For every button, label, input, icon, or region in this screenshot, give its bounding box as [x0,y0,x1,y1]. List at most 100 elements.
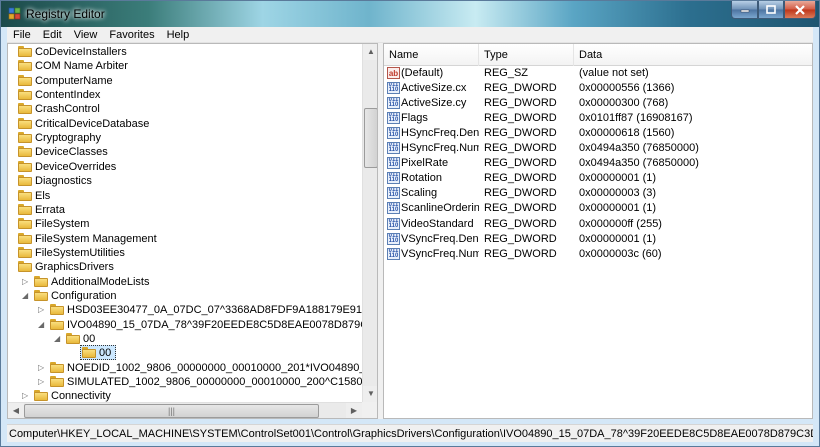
registry-key-tree[interactable]: CoDeviceInstallers COM Name Arbiter Comput… [7,43,378,419]
expanded-triangle-icon[interactable]: ◢ [22,291,30,300]
folder-icon [18,189,32,201]
tree-node[interactable]: FileSystem [8,217,362,231]
value-data: 0x00000001 (1) [579,202,657,215]
tree-node[interactable]: ◢ 00 [8,332,362,346]
folder-icon [18,261,32,273]
maximize-button[interactable] [758,1,784,19]
tree-node[interactable]: ▷ NOEDID_1002_9806_00000000_00010000_201*… [8,361,377,375]
value-row[interactable]: 011 110 Rotation REG_DWORD 0x00000001 (1) [384,171,812,186]
menu-edit[interactable]: Edit [37,29,68,41]
tree-node[interactable]: CoDeviceInstallers [8,45,362,59]
column-header-data[interactable]: Data [574,44,812,66]
value-type: REG_SZ [484,67,529,79]
column-header-name[interactable]: Name [384,44,479,66]
value-row[interactable]: 011 110 VideoStandard REG_DWORD 0x000000ff (… [384,217,812,232]
collapsed-triangle-icon[interactable]: ▷ [22,277,30,286]
tree-node[interactable]: ▷ AdditionalModeLists [8,275,362,289]
tree-node[interactable]: Diagnostics [8,174,362,188]
value-row[interactable]: 011 110 ActiveSize.cy REG_DWORD 0x00000300 (… [384,96,812,111]
value-data: 0x0000003c (60) [579,247,662,260]
binary-value-icon: 011 110 [387,172,400,185]
close-button[interactable] [784,1,816,19]
tree-horizontal-scroll-thumb[interactable]: ||| [24,404,319,418]
tree-node[interactable]: Els [8,189,362,203]
binary-value-icon: 011 110 [387,247,400,260]
tree-node[interactable]: ▷ SIMULATED_1002_9806_00000000_00010000_2… [8,375,377,389]
expanded-triangle-icon[interactable]: ◢ [38,320,46,329]
value-row[interactable]: 011110HSyncFreq.Den... REG_DWORD 0x0000061… [384,126,812,141]
tree-node-label: Els [35,189,51,202]
value-name: VSyncFreq.Deno... [401,232,479,245]
tree-node[interactable]: COM Name Arbiter [8,59,362,73]
tree-vertical-scrollbar[interactable]: ▲ ▼ [362,44,377,402]
menu-help[interactable]: Help [161,29,196,41]
menu-file[interactable]: File [7,29,37,41]
binary-value-icon: 011 110 [387,157,400,170]
tree-node[interactable]: 00 [8,345,362,361]
tree-node-label: ComputerName [35,74,113,87]
folder-icon [18,218,32,230]
binary-value-icon: 011 110 [387,217,400,230]
folder-icon [34,289,48,301]
tree-node[interactable]: ComputerName [8,74,362,88]
tree-horizontal-scrollbar[interactable]: ◀ ||| ▶ [8,402,362,418]
tree-node[interactable]: FileSystem Management [8,232,362,246]
tree-node[interactable]: FileSystemUtilities [8,246,362,260]
value-row[interactable]: 011110VSyncFreq.Num... REG_DWORD 0x0000003… [384,247,812,262]
tree-node[interactable]: ◢ Configuration [8,289,362,303]
registry-values-list[interactable]: Name Type Data ab (Default) REG_SZ (value n… [383,43,813,419]
tree-node-label: CriticalDeviceDatabase [35,117,150,130]
tree-vertical-scroll-thumb[interactable] [364,108,377,168]
value-data: 0x0494a350 (76850000) [579,157,699,170]
tree-node[interactable]: ▷ HSD03EE30477_0A_07DC_07^3368AD8FDF9A188… [8,303,377,317]
value-name: (Default) [401,67,444,79]
scroll-left-arrow-icon[interactable]: ◀ [8,403,24,418]
minimize-button[interactable] [731,1,758,19]
menu-favorites[interactable]: Favorites [103,29,160,41]
value-data: 0x00000001 (1) [579,172,657,185]
scroll-down-arrow-icon[interactable]: ▼ [363,386,377,402]
folder-icon [50,376,64,388]
tree-node[interactable]: ContentIndex [8,88,362,102]
tree-node[interactable]: DeviceOverrides [8,160,362,174]
tree-node[interactable]: Errata [8,203,362,217]
tree-node[interactable]: DeviceClasses [8,145,362,159]
tree-node-label: Diagnostics [35,175,92,188]
folder-icon [82,347,96,359]
column-header-type[interactable]: Type [479,44,574,66]
collapsed-triangle-icon[interactable]: ▷ [22,392,30,400]
collapsed-triangle-icon[interactable]: ▷ [38,306,46,314]
value-row[interactable]: 011 110 ScanlineOrdering REG_DWORD 0x0000000… [384,201,812,216]
tree-node[interactable]: CriticalDeviceDatabase [8,117,362,131]
menu-view[interactable]: View [68,29,104,41]
value-type: REG_DWORD [484,202,557,215]
value-name: HSyncFreq.Den... [401,127,479,140]
title-bar[interactable]: Registry Editor [1,1,819,27]
collapsed-triangle-icon[interactable]: ▷ [38,363,46,372]
value-row[interactable]: ab (Default) REG_SZ (value not set) [384,66,812,81]
collapsed-triangle-icon[interactable]: ▷ [38,378,46,386]
maximize-icon [766,5,776,14]
value-row[interactable]: 011 110 Scaling REG_DWORD 0x00000003 (3) [384,186,812,201]
tree-node[interactable]: GraphicsDrivers [8,260,362,274]
value-row[interactable]: 011 110 ActiveSize.cx REG_DWORD 0x00000556 (… [384,81,812,96]
value-row[interactable]: 011110HSyncFreq.Num... REG_DWORD 0x0494a35… [384,141,812,156]
value-data: (value not set) [579,67,649,79]
value-type: REG_DWORD [484,187,557,200]
binary-value-icon: 011 110 [387,232,400,245]
expanded-triangle-icon[interactable]: ◢ [54,335,62,343]
scroll-up-arrow-icon[interactable]: ▲ [363,44,377,60]
value-row[interactable]: 011110VSyncFreq.Deno... REG_DWORD 0x000000… [384,232,812,247]
folder-icon [18,246,32,258]
list-header: Name Type Data [384,44,812,66]
value-row[interactable]: 011 110 PixelRate REG_DWORD 0x0494a350 (7685… [384,156,812,171]
value-row[interactable]: 011 110 Flags REG_DWORD 0x0101ff87 (16908167… [384,111,812,126]
tree-node[interactable]: ◢ IVO04890_15_07DA_78^39F20EEDE8C5D8EAE00… [8,318,377,332]
value-name: VideoStandard [401,217,474,230]
tree-node[interactable]: CrashControl [8,102,362,116]
folder-icon [18,203,32,215]
scroll-right-arrow-icon[interactable]: ▶ [346,403,362,418]
value-data: 0x00000300 (768) [579,97,669,110]
value-name: HSyncFreq.Num... [401,142,479,155]
tree-node[interactable]: Cryptography [8,131,362,145]
